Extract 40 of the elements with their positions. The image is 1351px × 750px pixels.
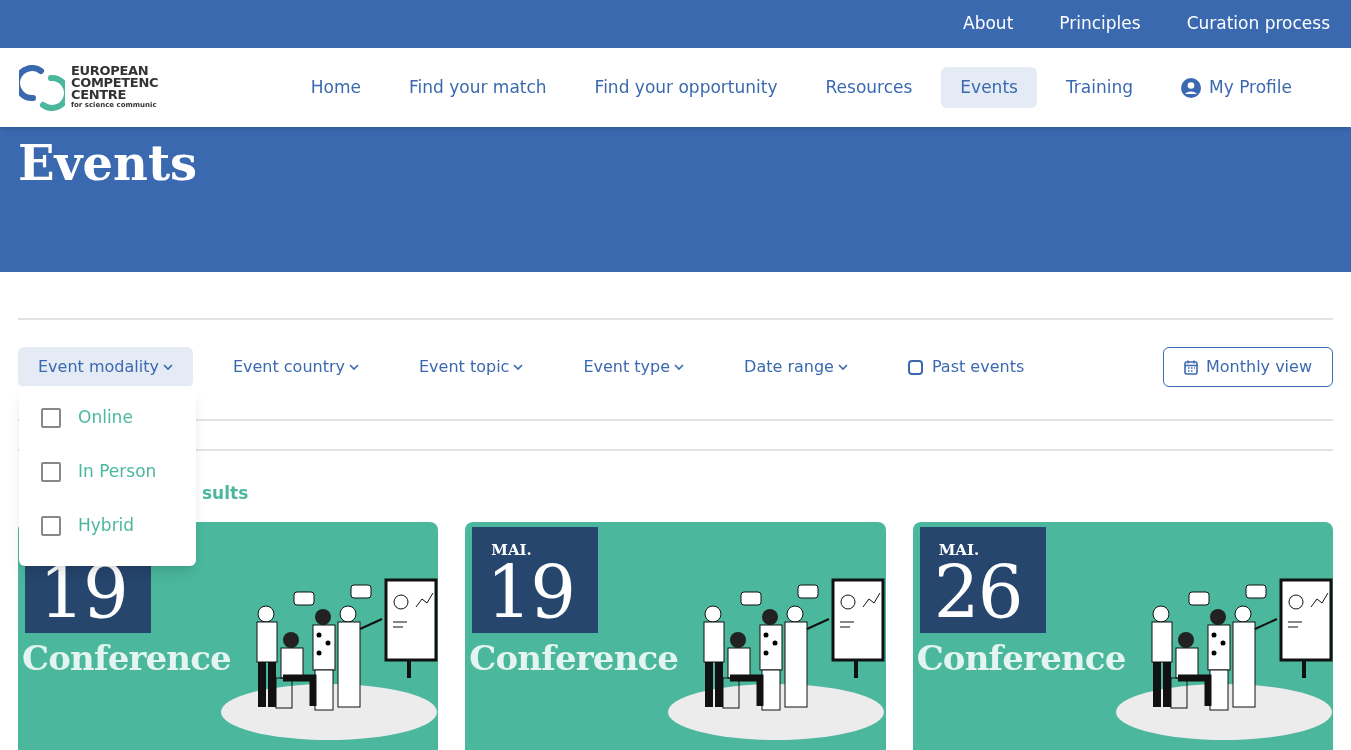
event-day: 19 (39, 555, 128, 631)
event-type: Conference (916, 637, 1126, 680)
nav-link[interactable]: Find your match (389, 67, 566, 108)
nav-link[interactable]: Home (291, 67, 380, 108)
event-month: MAI. (938, 540, 981, 557)
nav-link[interactable]: My Profile (1162, 67, 1311, 108)
filter-dropdown[interactable]: Date range (724, 347, 868, 387)
top-link[interactable]: Curation process (1186, 11, 1330, 37)
event-day: 26 (933, 555, 1022, 631)
past-events-checkbox[interactable]: Past events (887, 355, 1045, 379)
logo-text: EUROPEAN (71, 65, 150, 77)
event-month: MAI. (491, 540, 533, 557)
nav-link[interactable]: Training (1046, 67, 1152, 108)
event-day: 19 (486, 555, 575, 631)
chevron-down-icon (162, 363, 173, 371)
nav-link[interactable]: Resources (806, 67, 932, 108)
chevron-down-icon (837, 363, 848, 371)
chevron-down-icon (513, 363, 524, 371)
nav-link[interactable]: Events (941, 67, 1037, 108)
filter-dropdown[interactable]: Event type (563, 347, 705, 387)
top-link[interactable]: About (963, 11, 1014, 37)
event-type: Conference (469, 637, 679, 680)
user-icon (1181, 77, 1201, 98)
filter-dropdown[interactable]: Event country (212, 347, 379, 387)
logo-text: COMPETENC (71, 77, 160, 89)
event-type: Conference (22, 637, 231, 680)
results-count: sults (202, 482, 249, 503)
calendar-icon (1184, 359, 1198, 375)
page-title: Events (18, 134, 199, 193)
chevron-down-icon (674, 363, 685, 371)
monthly-view-button[interactable]: Monthly view (1163, 347, 1333, 387)
logo-icon[interactable] (19, 64, 65, 111)
nav-link[interactable]: Find your opportunity (575, 67, 797, 108)
event-card[interactable]: MAI. 19 Conference (465, 522, 886, 750)
filter-dropdown[interactable]: Event modality (18, 347, 193, 387)
filter-dropdown[interactable]: Event topic (399, 347, 544, 387)
logo-text: CENTRE (71, 89, 127, 101)
event-card[interactable]: MAI. 26 Conference (912, 522, 1333, 750)
top-link[interactable]: Principles (1059, 11, 1141, 37)
chevron-down-icon (349, 363, 359, 371)
